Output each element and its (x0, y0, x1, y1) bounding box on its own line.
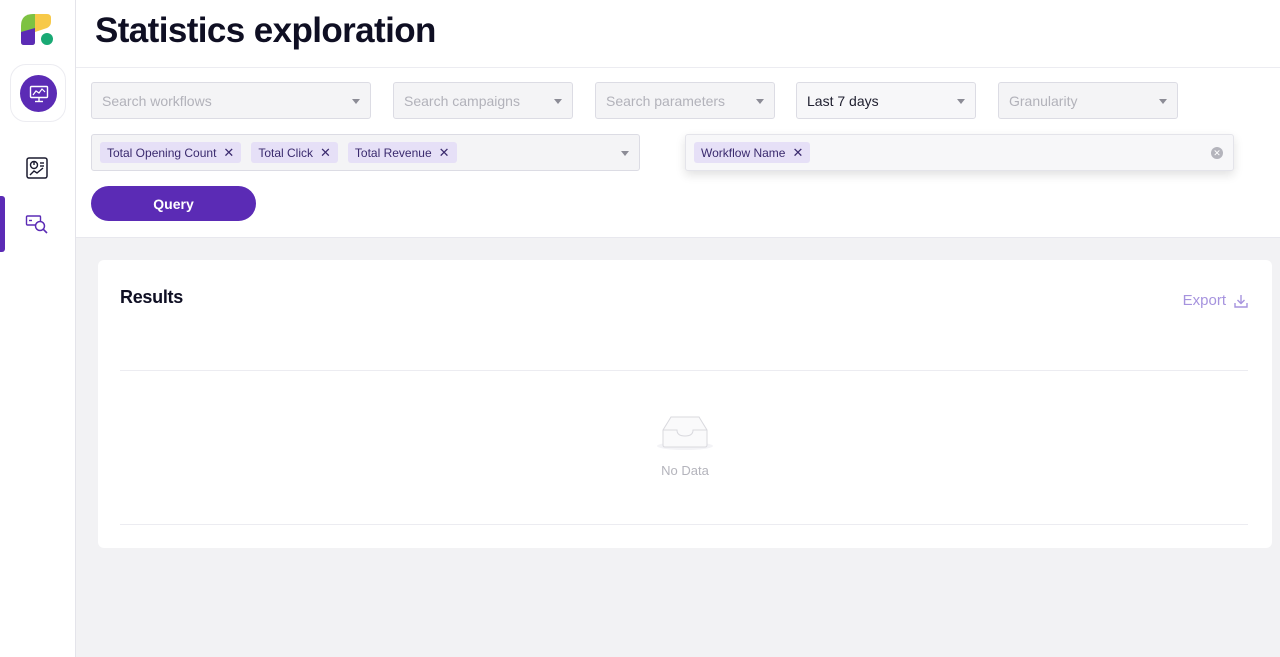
granularity-select-placeholder: Granularity (1009, 92, 1078, 109)
close-icon[interactable]: ✕ (320, 146, 331, 159)
metric-tag: Total Revenue ✕ (347, 142, 457, 163)
close-icon[interactable]: ✕ (223, 146, 234, 159)
clear-icon[interactable]: ✕ (1211, 147, 1223, 159)
groupby-tag-label: Workflow Name (701, 145, 786, 160)
close-icon[interactable]: ✕ (792, 146, 803, 159)
campaign-select-placeholder: Search campaigns (404, 92, 520, 109)
results-card: Results Export No Data (98, 260, 1272, 548)
caret-down-icon (352, 99, 360, 104)
export-button[interactable]: Export (1183, 292, 1248, 309)
groupby-tag: Workflow Name ✕ (694, 142, 811, 163)
groupby-multiselect[interactable]: Workflow Name ✕ ✕ (685, 134, 1234, 171)
empty-inbox-icon (657, 416, 713, 450)
monitor-chart-icon (20, 75, 57, 112)
results-title: Results (120, 287, 183, 307)
workflow-select[interactable]: Search workflows (91, 82, 371, 119)
metric-tag-label: Total Revenue (354, 145, 432, 160)
empty-state-text: No Data (661, 463, 709, 478)
metric-tag: Total Click ✕ (251, 142, 338, 163)
caret-down-icon (756, 99, 764, 104)
parameter-select[interactable]: Search parameters (595, 82, 775, 119)
caret-down-icon (957, 99, 965, 104)
results-divider (120, 370, 1248, 371)
page-title: Statistics exploration (95, 11, 436, 50)
download-icon (1234, 294, 1248, 308)
app-switcher-button[interactable] (10, 64, 66, 122)
metric-tag-label: Total Click (258, 145, 313, 160)
parameter-select-placeholder: Search parameters (606, 92, 726, 109)
caret-down-icon (621, 151, 629, 156)
app-logo (21, 14, 53, 45)
dashboard-chart-icon[interactable] (24, 155, 50, 181)
period-select-value: Last 7 days (807, 92, 879, 109)
results-bottom-divider (120, 524, 1248, 525)
search-explore-icon[interactable] (24, 211, 50, 237)
export-label: Export (1182, 292, 1226, 309)
filter-panel: Search workflows Search campaigns Search… (76, 68, 1280, 238)
granularity-select[interactable]: Granularity (998, 82, 1178, 119)
page-header: Statistics exploration (76, 0, 1280, 68)
sidebar (0, 0, 76, 657)
campaign-select[interactable]: Search campaigns (393, 82, 573, 119)
caret-down-icon (1159, 99, 1167, 104)
close-icon[interactable]: ✕ (439, 146, 450, 159)
workflow-select-placeholder: Search workflows (102, 92, 212, 109)
query-button[interactable]: Query (91, 186, 256, 221)
metrics-multiselect[interactable]: Total Opening Count ✕ Total Click ✕ Tota… (91, 134, 640, 171)
period-select[interactable]: Last 7 days (796, 82, 976, 119)
nav-active-indicator (0, 196, 5, 252)
metric-tag: Total Opening Count ✕ (100, 142, 242, 163)
empty-state: No Data (98, 410, 1272, 478)
metric-tag-label: Total Opening Count (107, 145, 217, 160)
caret-down-icon (554, 99, 562, 104)
